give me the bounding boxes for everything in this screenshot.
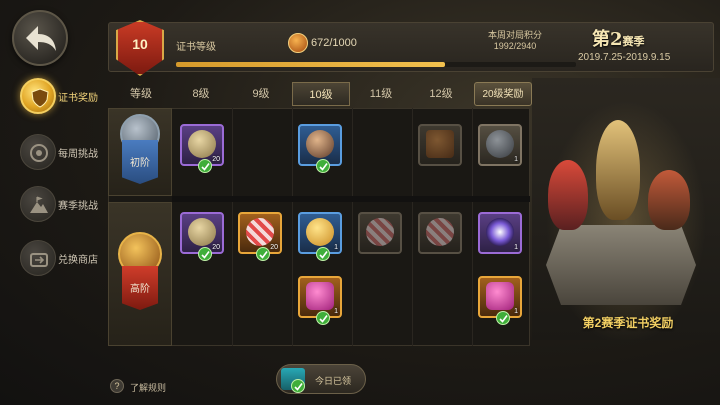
star-burst-icon: [306, 218, 334, 246]
cert-level-number: 10: [132, 36, 148, 52]
nav-label: 赛季挑战: [58, 201, 98, 212]
season-prefix: 第: [592, 29, 610, 50]
gem-chest-icon: [486, 282, 514, 310]
striped-candy-icon: [366, 218, 394, 246]
tier-advanced-banner: 高阶: [122, 266, 158, 310]
help-icon[interactable]: ?: [110, 379, 124, 393]
item-count: 1: [514, 244, 518, 251]
claimed-check-icon: [291, 379, 305, 393]
striped-candy-icon: [246, 218, 274, 246]
grid-divider: [412, 108, 413, 346]
hero-dwarf-art: [648, 170, 690, 230]
tab-level-9[interactable]: 9级: [232, 82, 290, 106]
claimed-check-icon: [198, 159, 212, 173]
magic-spark-icon: [486, 218, 514, 246]
hero-avatar-icon: [306, 130, 334, 158]
season-suffix: 赛季: [622, 35, 645, 48]
xp-progress-bar: [176, 62, 576, 67]
reward-item-candy[interactable]: 20: [238, 212, 282, 261]
item-count: 1: [514, 308, 518, 315]
reward-item-gem-chest[interactable]: 1: [478, 276, 522, 325]
season-dates: 2019.7.25-2019.9.15: [578, 52, 671, 63]
emote-icon: [188, 218, 216, 246]
tier-basic-label: 初阶: [130, 158, 150, 169]
item-count: 1: [514, 156, 518, 163]
reward-item-stars[interactable]: 1: [298, 212, 342, 261]
nav-item-weekly-challenge[interactable]: 每周挑战: [20, 134, 120, 170]
xp-badge-icon: [288, 33, 308, 53]
claimed-check-icon: [316, 247, 330, 261]
reward-item-gem-chest[interactable]: 1: [298, 276, 342, 325]
nav-label: 兑换商店: [58, 255, 98, 266]
weekly-score-label: 本周对局积分: [487, 30, 542, 40]
exchange-icon: [20, 240, 56, 276]
treasure-chest-icon: [426, 130, 454, 158]
reward-item-candy-locked[interactable]: [418, 212, 462, 254]
grid-divider: [352, 108, 353, 346]
row-divider: [172, 196, 530, 202]
tab-level-11[interactable]: 11级: [352, 82, 410, 106]
daily-claim-button[interactable]: 今日已领: [276, 364, 366, 394]
rules-link[interactable]: 了解规则: [130, 381, 166, 394]
weekly-score: 本周对局积分 1992/2940: [460, 30, 570, 52]
reward-item-chest-locked[interactable]: [418, 124, 462, 166]
reward-item-helmet[interactable]: 1: [478, 124, 522, 166]
tier-basic-banner: 初阶: [122, 140, 158, 184]
nav-label: 证书奖励: [58, 93, 98, 104]
xp-text: 672/1000: [311, 37, 357, 49]
grid-divider: [232, 108, 233, 346]
item-count: 1: [334, 244, 338, 251]
nav-item-cert-rewards[interactable]: 证书奖励: [20, 78, 120, 114]
nav-item-exchange-shop[interactable]: 兑换商店: [20, 240, 120, 276]
item-count: 20: [212, 244, 220, 251]
target-icon: [20, 134, 56, 170]
reward-item-candy-locked[interactable]: [358, 212, 402, 254]
item-count: 20: [270, 244, 278, 251]
claimed-check-icon: [316, 311, 330, 325]
striped-candy-icon: [426, 218, 454, 246]
season-title: 第2赛季: [592, 25, 645, 51]
shield-icon: [20, 78, 56, 114]
hero-goblin-art: [548, 160, 588, 230]
season-reward-label: 第2赛季证书奖励: [582, 316, 674, 330]
reward-item-magic-spark[interactable]: 1: [478, 212, 522, 254]
tab-level-10[interactable]: 10级: [292, 82, 350, 106]
reward-item-emote[interactable]: 20: [180, 124, 224, 173]
nav-label: 每周挑战: [58, 149, 98, 160]
reward-item-emote[interactable]: 20: [180, 212, 224, 261]
tab-level-20-reward[interactable]: 20级奖励: [474, 82, 532, 106]
grid-divider: [472, 108, 473, 346]
claimed-check-icon: [198, 247, 212, 261]
gem-chest-icon: [306, 282, 334, 310]
helmet-icon: [486, 130, 514, 158]
tier-advanced-label: 高阶: [130, 284, 150, 295]
tab-level-8[interactable]: 8级: [172, 82, 230, 106]
hero-elf-art: [596, 120, 640, 220]
tab-level-12[interactable]: 12级: [412, 82, 470, 106]
season-number: 2: [610, 29, 623, 50]
claimed-check-icon: [316, 159, 330, 173]
weekly-score-value: 1992/2940: [493, 41, 537, 51]
castle-platform-art: [546, 225, 696, 305]
back-button[interactable]: [12, 10, 68, 66]
cert-level-label: 证书等级: [176, 42, 216, 53]
reward-item-hero-avatar[interactable]: [298, 124, 342, 173]
nav-item-season-challenge[interactable]: 赛季挑战: [20, 186, 120, 222]
xp-progress-fill: [176, 62, 445, 67]
tab-level-header: 等级: [130, 88, 152, 100]
item-count: 20: [212, 156, 220, 163]
mountain-flag-icon: [20, 186, 56, 222]
back-arrow-icon: [26, 26, 56, 51]
item-count: 1: [334, 308, 338, 315]
claim-status-label: 今日已领: [315, 376, 352, 386]
emote-icon: [188, 130, 216, 158]
grid-divider: [292, 108, 293, 346]
claimed-check-icon: [496, 311, 510, 325]
claimed-check-icon: [256, 247, 270, 261]
level-tabs: 等级 8级 9级 10级 11级 12级 20级奖励: [108, 82, 532, 106]
